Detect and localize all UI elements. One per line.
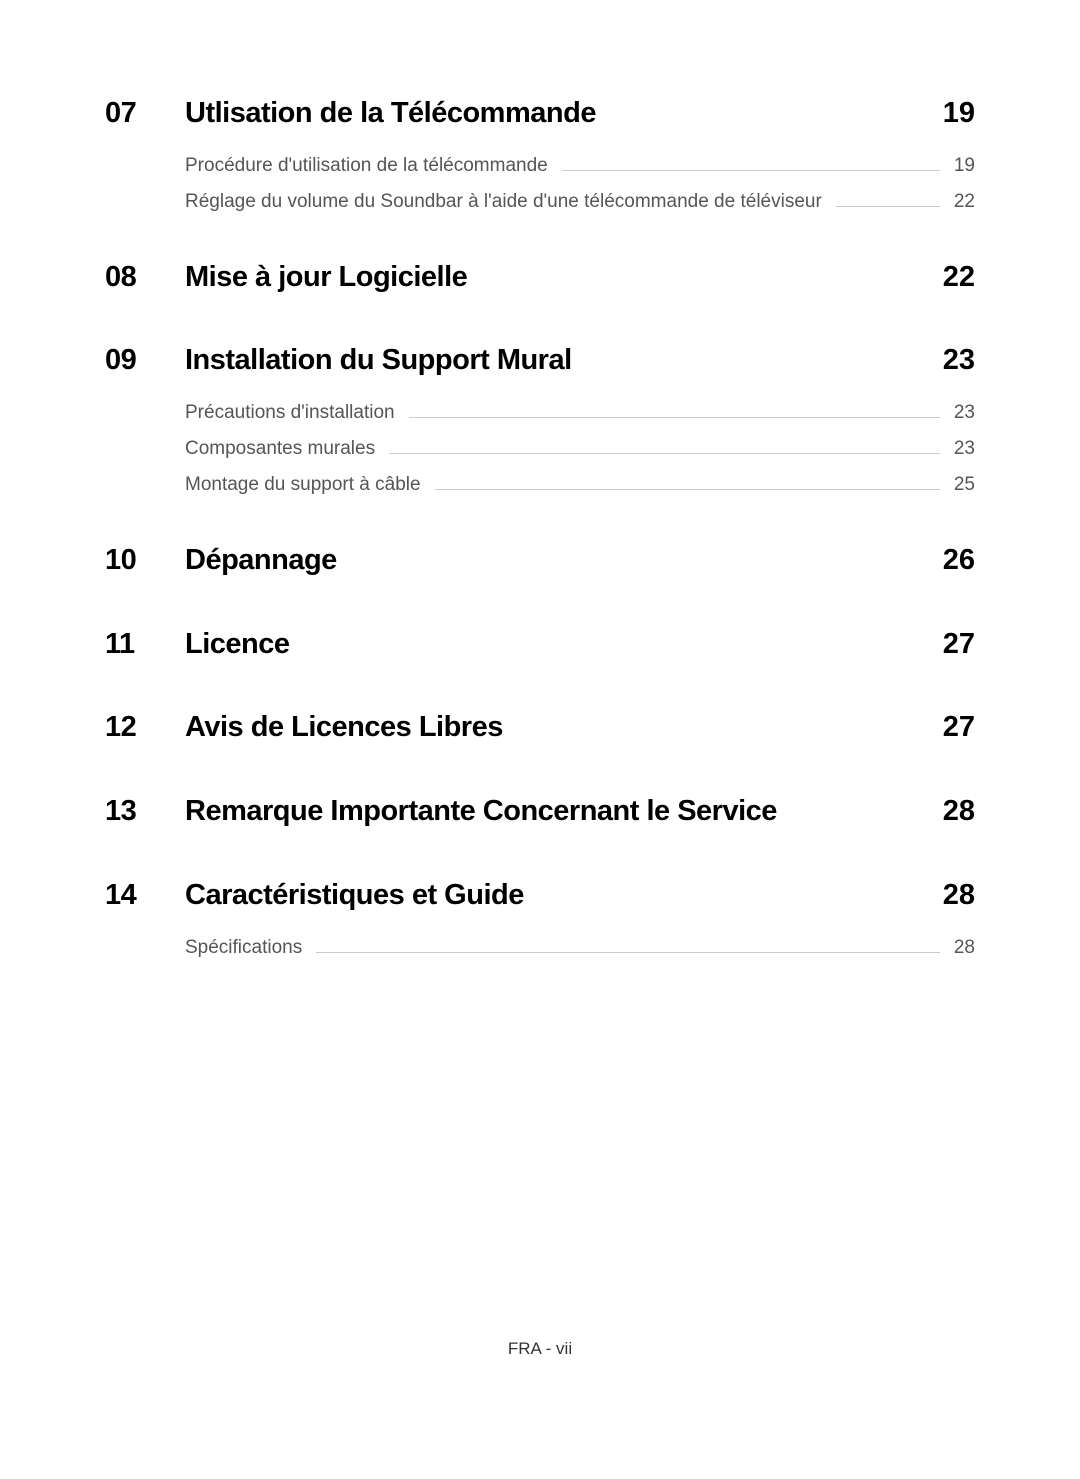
- toc-sub-entry[interactable]: Spécifications 28: [185, 937, 975, 959]
- toc-section: 12Avis de Licences Libres 27: [105, 709, 975, 747]
- leader-line: [435, 489, 940, 490]
- section-page-number: 22: [943, 261, 975, 294]
- sub-title: Procédure d'utilisation de la télécomman…: [185, 155, 548, 177]
- sub-list: Procédure d'utilisation de la télécomman…: [185, 155, 975, 213]
- section-number: 12: [105, 709, 185, 747]
- section-page-number: 26: [943, 544, 975, 577]
- section-title: Avis de Licences Libres: [185, 709, 503, 747]
- section-title: Dépannage: [185, 542, 337, 580]
- section-header[interactable]: Avis de Licences Libres 27: [185, 709, 975, 747]
- toc-sub-entry[interactable]: Procédure d'utilisation de la télécomman…: [185, 155, 975, 177]
- sub-title: Montage du support à câble: [185, 474, 421, 496]
- leader-line: [562, 170, 940, 171]
- toc-sub-entry[interactable]: Précautions d'installation 23: [185, 402, 975, 424]
- sub-page-number: 22: [954, 191, 975, 213]
- toc-sub-entry[interactable]: Composantes murales 23: [185, 438, 975, 460]
- section-header[interactable]: Remarque Importante Concernant le Servic…: [185, 793, 975, 831]
- section-header[interactable]: Utlisation de la Télécommande 19: [185, 95, 975, 133]
- sub-page-number: 23: [954, 402, 975, 424]
- section-body: Utlisation de la Télécommande 19 Procédure…: [185, 95, 975, 213]
- section-number: 14: [105, 877, 185, 915]
- leader-line: [409, 417, 940, 418]
- leader-line: [836, 206, 940, 207]
- toc-section: 09Installation du Support Mural23Précaut…: [105, 342, 975, 496]
- section-header[interactable]: Dépannage 26: [185, 542, 975, 580]
- page-footer: FRA - vii: [0, 1339, 1080, 1359]
- sub-list: Précautions d'installation23Composantes …: [185, 402, 975, 496]
- section-page-number: 23: [943, 344, 975, 377]
- section-body: Licence 27: [185, 626, 975, 664]
- section-body: Caractéristiques et Guide28Spécification…: [185, 877, 975, 959]
- section-page-number: 27: [943, 711, 975, 744]
- section-header[interactable]: Caractéristiques et Guide 28: [185, 877, 975, 915]
- sub-page-number: 23: [954, 438, 975, 460]
- section-number: 10: [105, 542, 185, 580]
- toc-sub-entry[interactable]: Réglage du volume du Soundbar à l'aide d…: [185, 191, 975, 213]
- section-page-number: 19: [943, 97, 975, 130]
- section-number: 11: [105, 626, 185, 664]
- sub-page-number: 19: [954, 155, 975, 177]
- section-title: Utlisation de la Télécommande: [185, 95, 596, 133]
- toc-section: 13Remarque Importante Concernant le Serv…: [105, 793, 975, 831]
- section-title: Remarque Importante Concernant le Servic…: [185, 793, 777, 831]
- sub-title: Précautions d'installation: [185, 402, 395, 424]
- section-number: 13: [105, 793, 185, 831]
- section-body: Avis de Licences Libres 27: [185, 709, 975, 747]
- sub-page-number: 25: [954, 474, 975, 496]
- sub-list: Spécifications 28: [185, 937, 975, 959]
- toc-sub-entry[interactable]: Montage du support à câble 25: [185, 474, 975, 496]
- section-page-number: 28: [943, 795, 975, 828]
- toc-section: 14Caractéristiques et Guide28Spécificati…: [105, 877, 975, 959]
- leader-line: [389, 453, 940, 454]
- leader-line: [316, 952, 940, 953]
- page: 07Utlisation de la Télécommande 19 Procédu…: [0, 0, 1080, 1479]
- table-of-contents: 07Utlisation de la Télécommande 19 Procédu…: [105, 95, 975, 959]
- section-title: Licence: [185, 626, 290, 664]
- toc-section: 08Mise à jour Logicielle 22: [105, 259, 975, 297]
- section-number: 08: [105, 259, 185, 297]
- section-title: Caractéristiques et Guide: [185, 877, 524, 915]
- section-title: Installation du Support Mural: [185, 342, 572, 380]
- section-body: Dépannage 26: [185, 542, 975, 580]
- sub-title: Composantes murales: [185, 438, 375, 460]
- sub-page-number: 28: [954, 937, 975, 959]
- section-number: 09: [105, 342, 185, 380]
- section-body: Remarque Importante Concernant le Servic…: [185, 793, 975, 831]
- section-page-number: 28: [943, 879, 975, 912]
- section-page-number: 27: [943, 628, 975, 661]
- section-header[interactable]: Installation du Support Mural 23: [185, 342, 975, 380]
- section-title: Mise à jour Logicielle: [185, 259, 467, 297]
- toc-section: 07Utlisation de la Télécommande 19 Procédu…: [105, 95, 975, 213]
- section-number: 07: [105, 95, 185, 133]
- section-body: Installation du Support Mural23Précautio…: [185, 342, 975, 496]
- sub-title: Réglage du volume du Soundbar à l'aide d…: [185, 191, 822, 213]
- section-header[interactable]: Mise à jour Logicielle 22: [185, 259, 975, 297]
- toc-section: 10Dépannage 26: [105, 542, 975, 580]
- sub-title: Spécifications: [185, 937, 302, 959]
- section-header[interactable]: Licence 27: [185, 626, 975, 664]
- section-body: Mise à jour Logicielle 22: [185, 259, 975, 297]
- toc-section: 11Licence 27: [105, 626, 975, 664]
